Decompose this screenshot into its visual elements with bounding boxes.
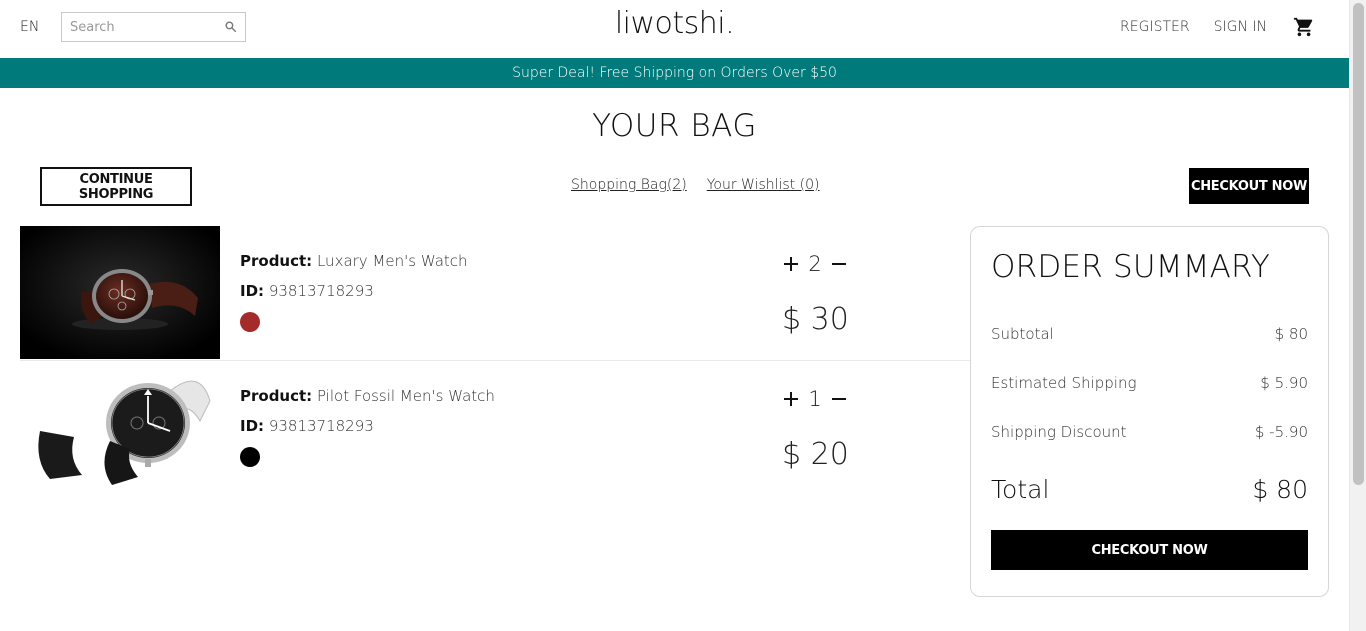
language-selector[interactable]: EN: [20, 19, 39, 35]
continue-shopping-button[interactable]: CONTINUE SHOPPING: [40, 167, 192, 206]
search-icon[interactable]: [224, 18, 237, 37]
cart-item: Product: Pilot Fossil Men's Watch ID: 93…: [20, 361, 970, 494]
page-title: YOUR BAG: [592, 108, 757, 144]
navbar: EN liwotshi. REGISTER SIGN IN: [0, 0, 1349, 58]
quantity-stepper: 1: [780, 387, 850, 411]
logo[interactable]: liwotshi.: [615, 6, 735, 41]
wishlist-link[interactable]: Your Wishlist (0): [707, 177, 820, 193]
subtotal-label: Subtotal: [991, 324, 1054, 343]
product-name: Pilot Fossil Men's Watch: [316, 387, 495, 405]
product-details: Product: Luxary Men's Watch ID: 93813718…: [240, 252, 468, 332]
scrollbar[interactable]: [1349, 0, 1366, 631]
checkout-now-button[interactable]: CHECKOUT NOW: [991, 530, 1308, 570]
product-id-line: ID: 93813718293: [240, 282, 374, 300]
product-name-line: Product: Pilot Fossil Men's Watch: [240, 387, 495, 405]
shopping-cart-icon[interactable]: [1291, 14, 1317, 40]
total-value: $ 80: [1252, 474, 1308, 504]
total-label: Total: [991, 474, 1050, 504]
product-image: [20, 361, 220, 494]
plus-icon[interactable]: [780, 388, 802, 410]
minus-icon[interactable]: [828, 388, 850, 410]
search-input[interactable]: [70, 19, 224, 35]
shipping-row: Estimated Shipping $ 5.90: [991, 358, 1308, 407]
product-details: Product: Pilot Fossil Men's Watch ID: 93…: [240, 387, 495, 467]
search-container: [61, 12, 246, 42]
quantity-value: 1: [808, 387, 822, 411]
product-id: 93813718293: [268, 417, 374, 435]
product-color-swatch[interactable]: [240, 447, 260, 467]
cart-page: EN liwotshi. REGISTER SIGN IN Super Deal…: [0, 0, 1366, 631]
bag-links: Shopping Bag(2) Your Wishlist (0): [571, 177, 819, 193]
quantity-stepper: 2: [780, 252, 850, 276]
nav-right: REGISTER SIGN IN: [1120, 14, 1317, 40]
checkout-now-button-top[interactable]: CHECKOUT NOW: [1189, 168, 1309, 204]
shipping-value: $ 5.90: [1260, 373, 1308, 392]
product-price: $ 30: [782, 302, 849, 337]
product-name: Luxary Men's Watch: [316, 252, 468, 270]
cart-item: Product: Luxary Men's Watch ID: 93813718…: [20, 226, 970, 359]
product-image: [20, 226, 220, 359]
subtotal-value: $ 80: [1274, 324, 1308, 343]
plus-icon[interactable]: [780, 253, 802, 275]
quantity-value: 2: [808, 252, 822, 276]
minus-icon[interactable]: [828, 253, 850, 275]
product-id-line: ID: 93813718293: [240, 417, 374, 435]
sign-in-link[interactable]: SIGN IN: [1214, 19, 1267, 35]
shopping-bag-link[interactable]: Shopping Bag(2): [571, 177, 687, 193]
shipping-label: Estimated Shipping: [991, 373, 1137, 392]
total-row: Total $ 80: [991, 460, 1308, 518]
scrollbar-thumb[interactable]: [1353, 3, 1364, 485]
discount-row: Shipping Discount $ -5.90: [991, 407, 1308, 456]
discount-value: $ -5.90: [1254, 422, 1308, 441]
product-name-line: Product: Luxary Men's Watch: [240, 252, 468, 270]
announcement-bar: Super Deal! Free Shipping on Orders Over…: [0, 58, 1349, 88]
product-price: $ 20: [782, 437, 849, 472]
product-color-swatch[interactable]: [240, 312, 260, 332]
discount-label: Shipping Discount: [991, 422, 1127, 441]
summary-title: ORDER SUMMARY: [991, 249, 1270, 285]
order-summary: ORDER SUMMARY Subtotal $ 80 Estimated Sh…: [970, 226, 1329, 597]
subtotal-row: Subtotal $ 80: [991, 309, 1308, 358]
register-link[interactable]: REGISTER: [1120, 19, 1190, 35]
product-id: 93813718293: [268, 282, 374, 300]
